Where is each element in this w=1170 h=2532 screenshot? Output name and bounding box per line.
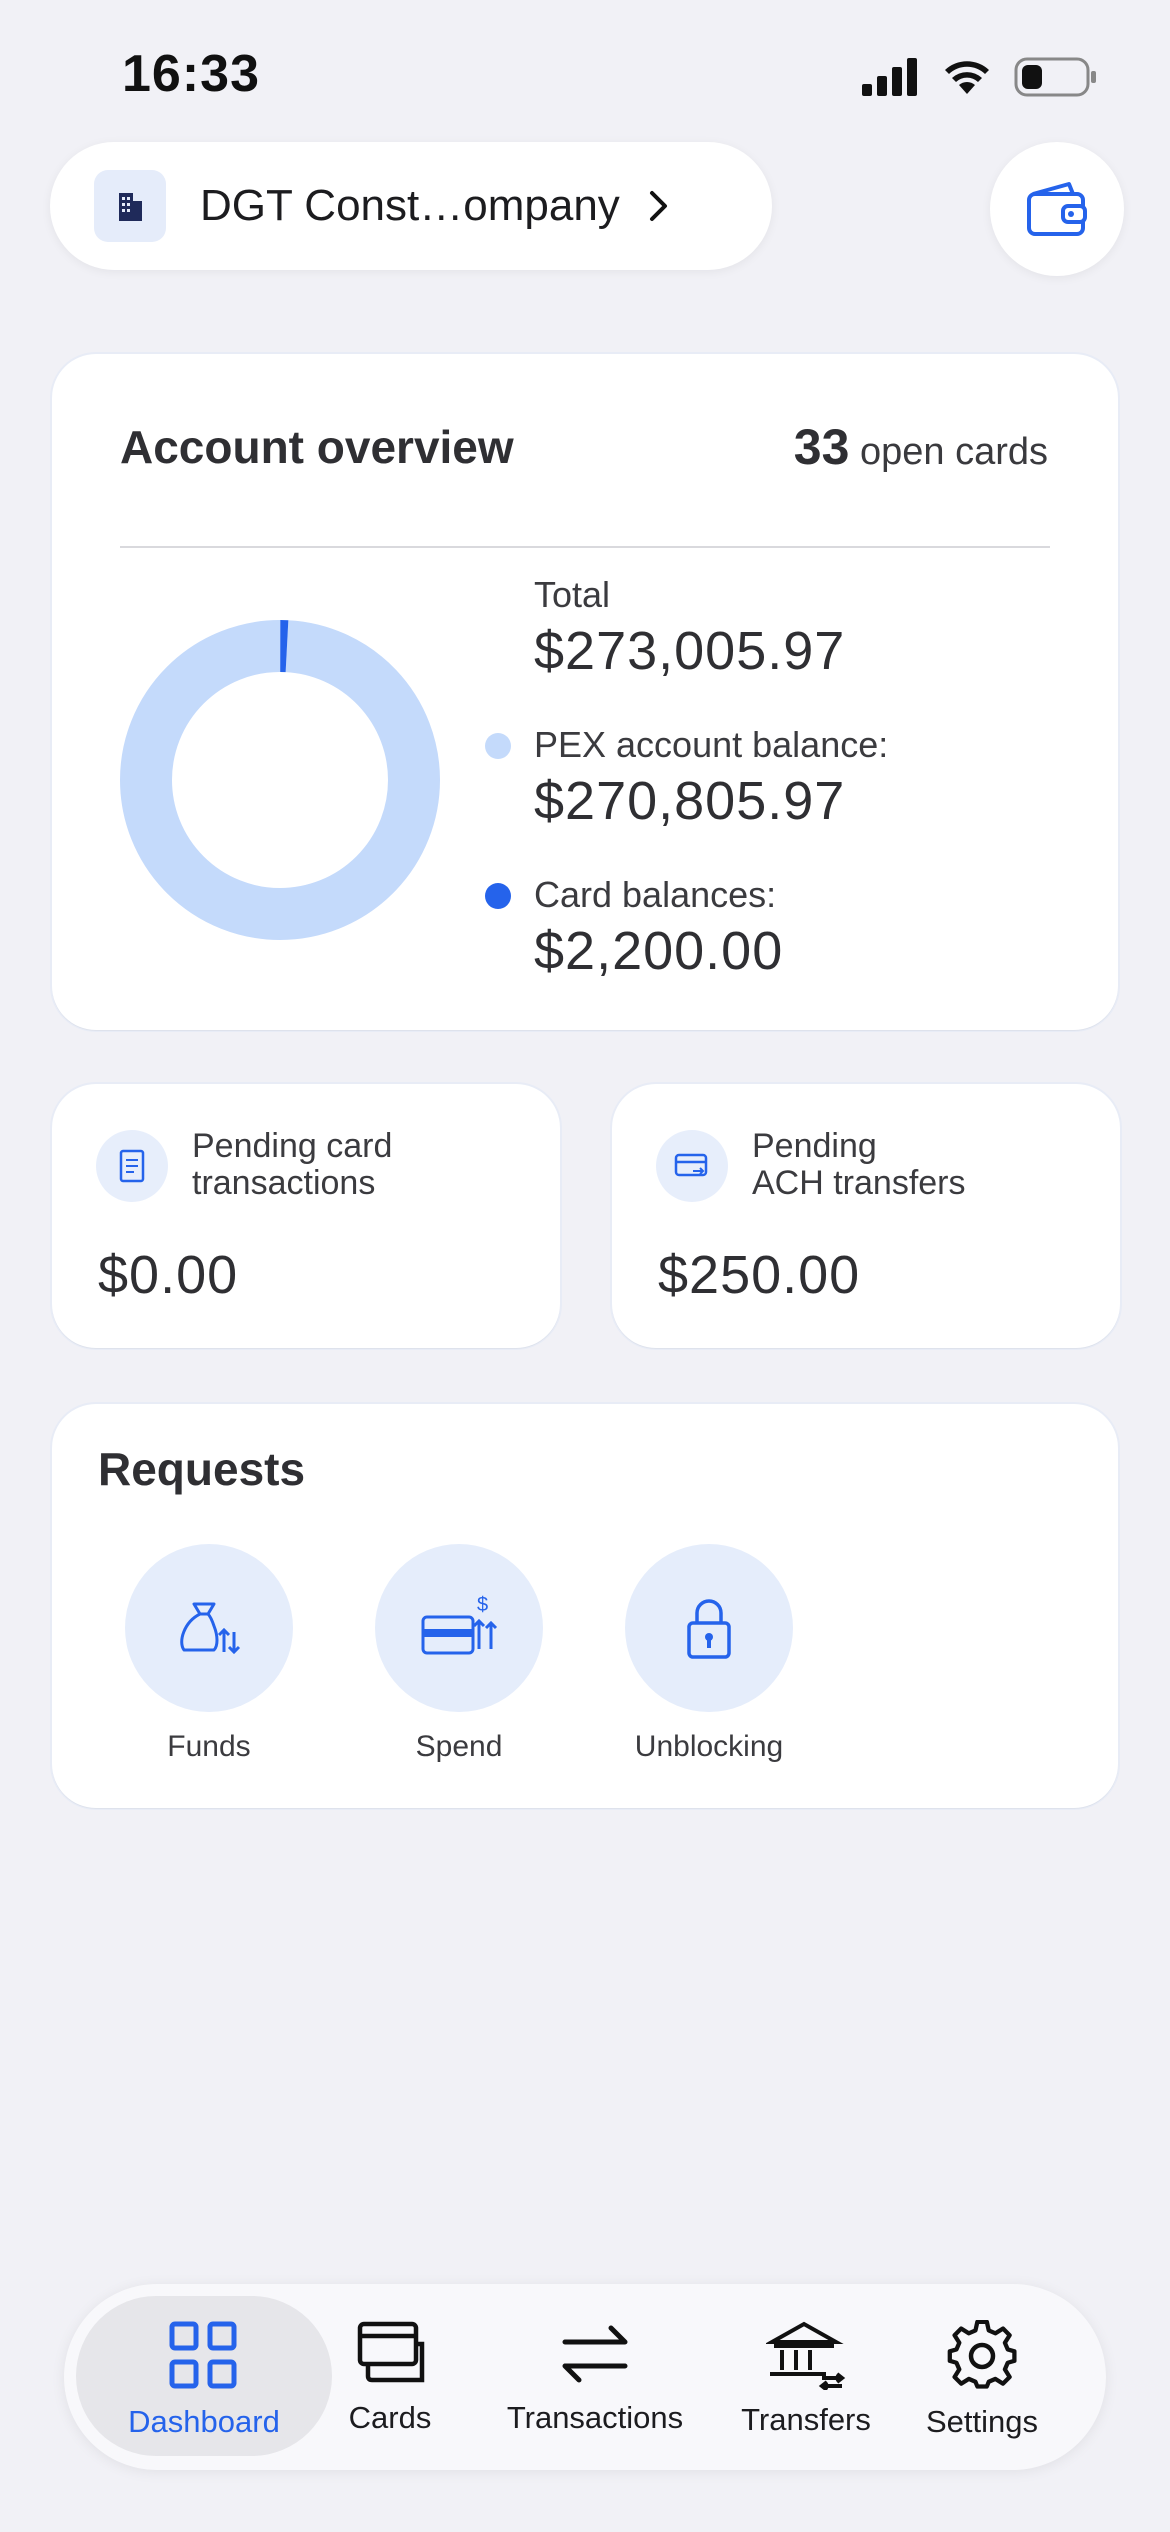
card-balances-value: $2,200.00: [534, 921, 784, 981]
tab-dashboard-label: Dashboard: [128, 2404, 280, 2439]
pending-card-transactions-value: $0.00: [98, 1245, 239, 1305]
tab-cards[interactable]: Cards: [332, 2294, 448, 2462]
lock-icon: [625, 1544, 793, 1712]
arrows-icon: [562, 2325, 628, 2383]
pending-ach-transfers-card[interactable]: Pending ACH transfers $250.00: [612, 1084, 1120, 1348]
pex-balance-label: PEX account balance:: [534, 724, 889, 765]
company-name: DGT Const…ompany: [200, 181, 620, 230]
gear-icon: [947, 2320, 1017, 2389]
tab-transactions[interactable]: Transactions: [492, 2294, 698, 2462]
tab-transfers-label: Transfers: [741, 2402, 871, 2437]
tab-dashboard[interactable]: Dashboard: [76, 2294, 332, 2462]
open-cards-count: 33 open cards: [794, 418, 1048, 476]
pending-ach-transfers-label: Pending ACH transfers: [752, 1127, 966, 1202]
wallet-icon: [1027, 182, 1087, 236]
balance-donut-chart: [120, 620, 440, 940]
battery-icon: [1014, 57, 1096, 97]
open-cards-number: 33: [793, 419, 850, 475]
card-balances-label: Card balances:: [534, 874, 777, 915]
divider: [120, 546, 1050, 548]
requests-title: Requests: [98, 1443, 306, 1495]
status-icons: [862, 52, 1098, 102]
request-funds-button[interactable]: Funds: [109, 1544, 309, 1764]
status-time: 16:33: [122, 45, 260, 103]
request-funds-label: Funds: [167, 1730, 251, 1763]
tab-transfers[interactable]: Transfers: [728, 2294, 884, 2462]
request-unblocking-button[interactable]: Unblocking: [609, 1544, 809, 1764]
pending-card-transactions-label: Pending card transactions: [192, 1127, 393, 1202]
tab-settings-label: Settings: [925, 2404, 1038, 2439]
tab-settings[interactable]: Settings: [912, 2294, 1052, 2462]
money-bag-icon: [125, 1544, 293, 1712]
request-spend-label: Spend: [415, 1730, 503, 1763]
donut-slice-pex: [120, 620, 440, 940]
svg-text:$: $: [477, 1594, 488, 1616]
total-value: $273,005.97: [534, 621, 846, 681]
dashboard-icon: [169, 2321, 237, 2389]
overview-title: Account overview: [120, 421, 514, 473]
pending-ach-transfers-value: $250.00: [658, 1245, 861, 1305]
card-legend-dot: [485, 883, 511, 909]
pending-card-transactions-card[interactable]: Pending card transactions $0.00: [52, 1084, 560, 1348]
card-dollar-icon: $: [375, 1544, 543, 1712]
open-cards-label: open cards: [859, 431, 1048, 473]
request-unblocking-label: Unblocking: [634, 1730, 784, 1763]
tab-cards-label: Cards: [348, 2400, 432, 2435]
wallet-button[interactable]: [990, 142, 1124, 276]
pex-balance-value: $270,805.97: [534, 771, 846, 831]
card-transfer-icon: [656, 1130, 728, 1202]
cards-icon: [357, 2321, 425, 2383]
request-spend-button[interactable]: $ Spend: [359, 1544, 559, 1764]
pex-legend-dot: [485, 733, 511, 759]
chevron-right-icon: [648, 189, 670, 223]
wifi-icon: [945, 61, 989, 94]
company-selector[interactable]: DGT Const…ompany: [50, 142, 772, 270]
cellular-signal-icon: [862, 58, 917, 96]
bank-icon: [766, 2321, 846, 2390]
total-label: Total: [534, 574, 611, 615]
receipt-icon: [96, 1130, 168, 1202]
tab-transactions-label: Transactions: [506, 2400, 684, 2435]
building-icon: [94, 170, 166, 242]
